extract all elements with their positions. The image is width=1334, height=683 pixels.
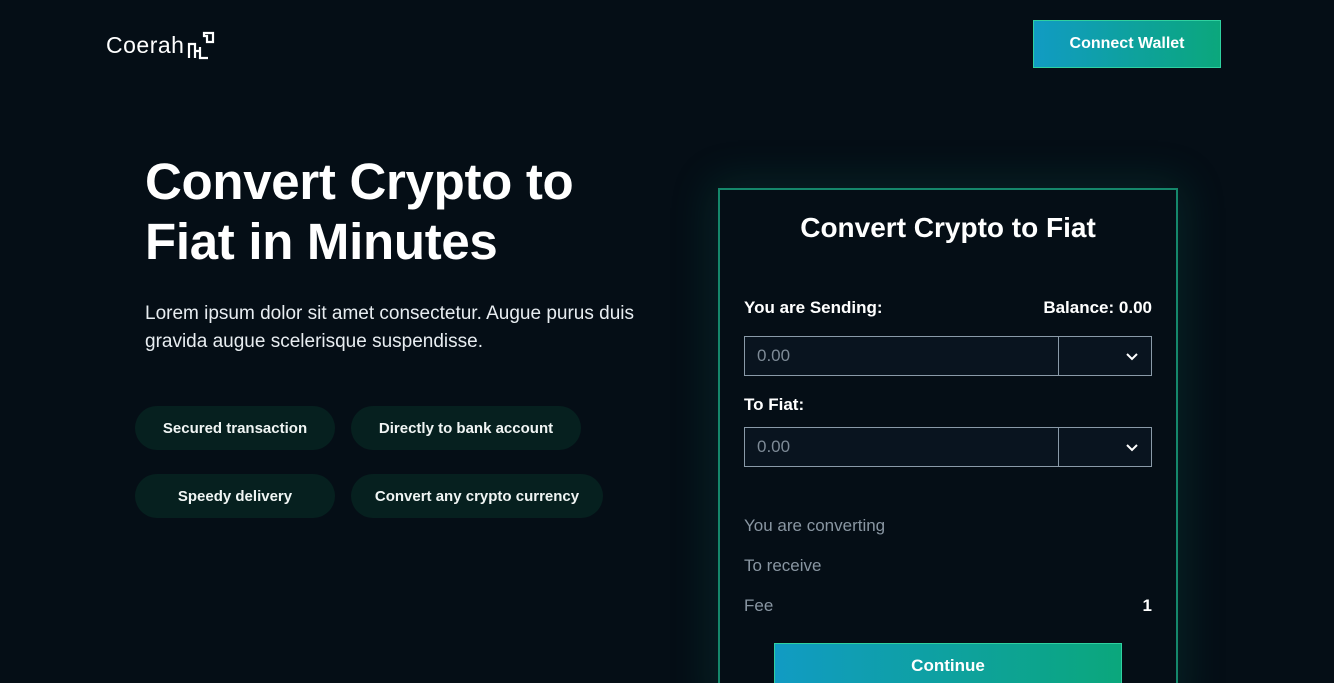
- connect-wallet-button[interactable]: Connect Wallet: [1033, 20, 1221, 68]
- hero-title: Convert Crypto to Fiat in Minutes: [145, 153, 574, 270]
- page: Coerah Connect Wallet Convert Crypto to …: [0, 0, 1334, 683]
- converter-title: Convert Crypto to Fiat: [800, 212, 1096, 243]
- feature-pill-any-crypto: Convert any crypto currency: [351, 474, 603, 518]
- chevron-down-icon: [1126, 444, 1138, 452]
- fiat-select[interactable]: [1059, 428, 1151, 466]
- hero-subtitle: Lorem ipsum dolor sit amet consectetur. …: [145, 303, 634, 352]
- converter-card: Convert Crypto to Fiat You are Sending: …: [718, 188, 1178, 683]
- fiat-field: [744, 427, 1152, 467]
- fee-value: 1: [1142, 596, 1152, 615]
- fiat-amount-input[interactable]: [745, 428, 1059, 466]
- fiat-label: To Fiat:: [744, 395, 805, 414]
- converting-label: You are converting: [744, 516, 886, 535]
- sending-amount-input[interactable]: [745, 337, 1059, 375]
- sending-field: [744, 336, 1152, 376]
- logo-text: Coerah: [106, 31, 185, 58]
- chevron-down-icon: [1126, 353, 1138, 361]
- feature-pill-secured: Secured transaction: [135, 406, 335, 450]
- feature-pill-bank: Directly to bank account: [351, 406, 581, 450]
- sending-label: You are Sending:: [744, 298, 883, 317]
- crypto-select[interactable]: [1059, 337, 1151, 375]
- feature-pill-speedy: Speedy delivery: [135, 474, 335, 518]
- logo[interactable]: Coerah: [106, 30, 216, 60]
- receive-label: To receive: [744, 556, 822, 575]
- fee-label: Fee: [744, 596, 774, 615]
- coerah-mark-icon: [188, 31, 215, 60]
- continue-button[interactable]: Continue: [774, 643, 1122, 683]
- balance-label: Balance: 0.00: [1043, 298, 1152, 317]
